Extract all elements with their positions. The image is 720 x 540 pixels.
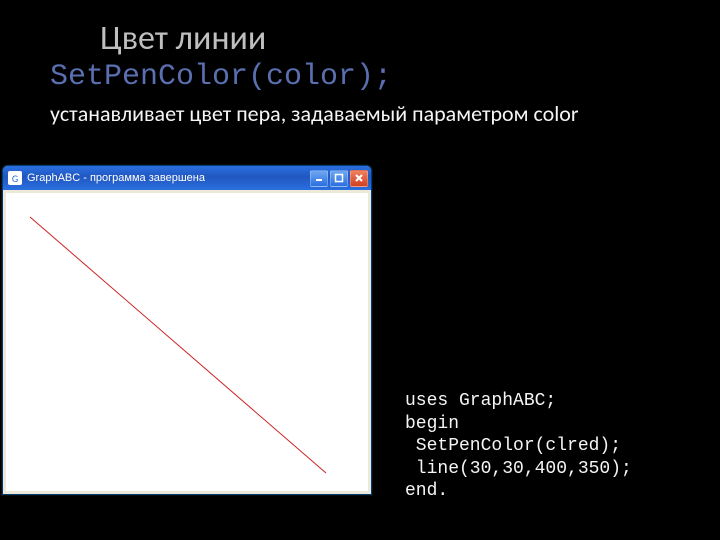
code-line: uses GraphABC; (405, 391, 556, 411)
demo-red-line (30, 217, 326, 473)
window-titlebar[interactable]: G GraphABC - программа завершена (3, 166, 371, 190)
code-line: SetPenColor(clred); (405, 436, 621, 456)
window-title: GraphABC - программа завершена (27, 172, 305, 184)
minimize-icon (314, 173, 324, 183)
drawing-canvas (6, 193, 368, 491)
function-signature: SetPenColor(color); (50, 60, 392, 94)
code-block: uses GraphABC; begin SetPenColor(clred);… (405, 390, 632, 503)
demo-window: G GraphABC - программа завершена (2, 165, 372, 495)
canvas-svg (6, 193, 368, 491)
function-description: устанавливает цвет пера, задаваемый пара… (50, 100, 630, 128)
window-buttons (310, 170, 368, 187)
maximize-button[interactable] (330, 170, 348, 187)
close-button[interactable] (350, 170, 368, 187)
page-title: Цвет линии (100, 18, 266, 59)
minimize-button[interactable] (310, 170, 328, 187)
code-line: end. (405, 481, 448, 501)
code-line: begin (405, 414, 459, 434)
code-line: line(30,30,400,350); (405, 459, 632, 479)
close-icon (354, 173, 364, 183)
maximize-icon (334, 173, 344, 183)
app-icon: G (8, 171, 22, 185)
